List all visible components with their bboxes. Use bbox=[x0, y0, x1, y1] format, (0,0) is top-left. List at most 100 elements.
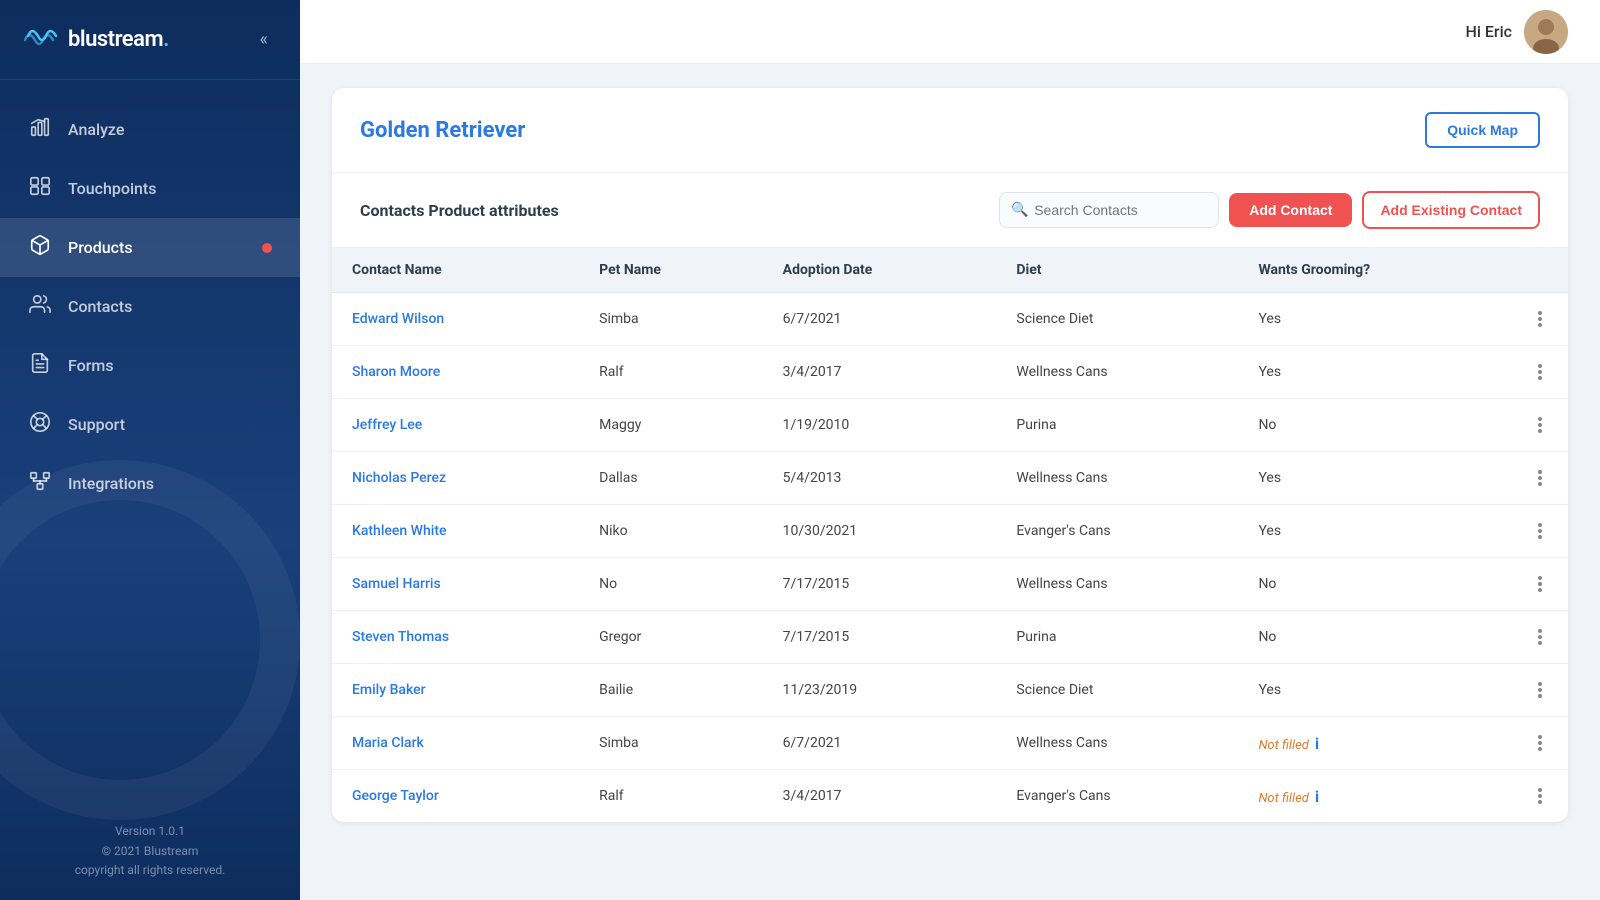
grooming-cell: Yes bbox=[1238, 505, 1512, 558]
toolbar: Contacts Product attributes 🔍 Add Contac… bbox=[332, 173, 1568, 248]
pet-name-cell: Maggy bbox=[579, 399, 763, 452]
logo: blustream. bbox=[24, 22, 169, 57]
actions-cell bbox=[1512, 664, 1568, 717]
contact-name-link[interactable]: Edward Wilson bbox=[352, 311, 444, 327]
contact-name-link[interactable]: Nicholas Perez bbox=[352, 470, 446, 486]
sidebar-item-forms[interactable]: Forms bbox=[0, 336, 300, 395]
add-contact-button[interactable]: Add Contact bbox=[1229, 193, 1352, 227]
table-header-row: Contact Name Pet Name Adoption Date Diet… bbox=[332, 248, 1568, 293]
contact-name-link[interactable]: Samuel Harris bbox=[352, 576, 441, 592]
more-menu-button[interactable] bbox=[1532, 309, 1548, 329]
grooming-cell: Yes bbox=[1238, 452, 1512, 505]
sidebar-item-label-touchpoints: Touchpoints bbox=[68, 179, 157, 198]
actions-cell bbox=[1512, 611, 1568, 664]
adoption-date-cell: 6/7/2021 bbox=[763, 717, 997, 770]
card-header: Golden Retriever Quick Map bbox=[332, 88, 1568, 173]
user-info: Hi Eric bbox=[1465, 10, 1568, 54]
contact-name-link[interactable]: Emily Baker bbox=[352, 682, 426, 698]
contact-name-link[interactable]: Steven Thomas bbox=[352, 629, 449, 645]
actions-cell bbox=[1512, 452, 1568, 505]
diet-cell: Evanger's Cans bbox=[996, 770, 1238, 823]
actions-cell bbox=[1512, 558, 1568, 611]
pet-name-cell: Simba bbox=[579, 293, 763, 346]
diet-cell: Science Diet bbox=[996, 664, 1238, 717]
sidebar-item-integrations[interactable]: Integrations bbox=[0, 454, 300, 513]
sidebar: blustream. « Analyze Touchpoints Product… bbox=[0, 0, 300, 900]
pet-name-cell: Ralf bbox=[579, 346, 763, 399]
sidebar-item-label-integrations: Integrations bbox=[68, 474, 154, 493]
sidebar-item-products[interactable]: Products bbox=[0, 218, 300, 277]
info-icon[interactable]: i bbox=[1315, 787, 1319, 806]
sidebar-item-analyze[interactable]: Analyze bbox=[0, 100, 300, 159]
diet-cell: Wellness Cans bbox=[996, 717, 1238, 770]
sidebar-footer: Version 1.0.1 © 2021 Blustream copyright… bbox=[0, 802, 300, 900]
table-head: Contact Name Pet Name Adoption Date Diet… bbox=[332, 248, 1568, 293]
sidebar-item-support[interactable]: Support bbox=[0, 395, 300, 454]
sidebar-item-contacts[interactable]: Contacts bbox=[0, 277, 300, 336]
more-menu-button[interactable] bbox=[1532, 468, 1548, 488]
grooming-cell: Yes bbox=[1238, 293, 1512, 346]
adoption-date-cell: 7/17/2015 bbox=[763, 558, 997, 611]
more-menu-button[interactable] bbox=[1532, 521, 1548, 541]
actions-cell bbox=[1512, 293, 1568, 346]
sidebar-item-label-contacts: Contacts bbox=[68, 297, 132, 316]
contacts-table: Contact Name Pet Name Adoption Date Diet… bbox=[332, 248, 1568, 822]
nav-items: Analyze Touchpoints Products Contacts bbox=[0, 80, 300, 802]
main-content: Hi Eric Golden Retriever Quick Map Conta… bbox=[300, 0, 1600, 900]
adoption-date-cell: 11/23/2019 bbox=[763, 664, 997, 717]
col-grooming: Wants Grooming? bbox=[1238, 248, 1512, 293]
sidebar-item-label-products: Products bbox=[68, 238, 133, 257]
search-input[interactable] bbox=[999, 192, 1219, 228]
logo-name: blustream. bbox=[68, 27, 169, 52]
more-menu-button[interactable] bbox=[1532, 733, 1548, 753]
contacts-table-wrap: Contact Name Pet Name Adoption Date Diet… bbox=[332, 248, 1568, 822]
pet-name-cell: Gregor bbox=[579, 611, 763, 664]
adoption-date-cell: 3/4/2017 bbox=[763, 770, 997, 823]
adoption-date-cell: 6/7/2021 bbox=[763, 293, 997, 346]
sidebar-item-label-forms: Forms bbox=[68, 356, 114, 375]
table-row: Emily BakerBailie11/23/2019Science DietY… bbox=[332, 664, 1568, 717]
quick-map-button[interactable]: Quick Map bbox=[1425, 112, 1540, 148]
adoption-date-cell: 7/17/2015 bbox=[763, 611, 997, 664]
more-menu-button[interactable] bbox=[1532, 627, 1548, 647]
sidebar-item-touchpoints[interactable]: Touchpoints bbox=[0, 159, 300, 218]
contact-name-link[interactable]: Kathleen White bbox=[352, 523, 447, 539]
products-icon bbox=[28, 234, 52, 261]
sidebar-logo: blustream. « bbox=[0, 0, 300, 80]
contact-name-link[interactable]: George Taylor bbox=[352, 788, 439, 804]
diet-cell: Wellness Cans bbox=[996, 346, 1238, 399]
analyze-icon bbox=[28, 116, 52, 143]
diet-cell: Wellness Cans bbox=[996, 558, 1238, 611]
adoption-date-cell: 10/30/2021 bbox=[763, 505, 997, 558]
actions-cell bbox=[1512, 346, 1568, 399]
avatar bbox=[1524, 10, 1568, 54]
grooming-cell: No bbox=[1238, 558, 1512, 611]
table-row: Maria ClarkSimba6/7/2021Wellness CansNot… bbox=[332, 717, 1568, 770]
grooming-cell: Yes bbox=[1238, 346, 1512, 399]
col-adoption-date: Adoption Date bbox=[763, 248, 997, 293]
diet-cell: Science Diet bbox=[996, 293, 1238, 346]
add-existing-contact-button[interactable]: Add Existing Contact bbox=[1362, 191, 1540, 229]
page-title: Golden Retriever bbox=[360, 118, 525, 143]
grooming-cell: No bbox=[1238, 399, 1512, 452]
contact-name-link[interactable]: Jeffrey Lee bbox=[352, 417, 422, 433]
more-menu-button[interactable] bbox=[1532, 786, 1548, 806]
info-icon[interactable]: i bbox=[1315, 734, 1319, 753]
actions-cell bbox=[1512, 770, 1568, 823]
support-icon bbox=[28, 411, 52, 438]
col-actions bbox=[1512, 248, 1568, 293]
actions-cell bbox=[1512, 505, 1568, 558]
more-menu-button[interactable] bbox=[1532, 415, 1548, 435]
more-menu-button[interactable] bbox=[1532, 680, 1548, 700]
more-menu-button[interactable] bbox=[1532, 362, 1548, 382]
adoption-date-cell: 3/4/2017 bbox=[763, 346, 997, 399]
table-row: George TaylorRalf3/4/2017Evanger's CansN… bbox=[332, 770, 1568, 823]
not-filled-label: Not filled bbox=[1258, 791, 1308, 806]
contact-name-link[interactable]: Maria Clark bbox=[352, 735, 424, 751]
touchpoints-icon bbox=[28, 175, 52, 202]
sidebar-collapse-button[interactable]: « bbox=[252, 25, 276, 54]
diet-cell: Purina bbox=[996, 611, 1238, 664]
more-menu-button[interactable] bbox=[1532, 574, 1548, 594]
contact-name-link[interactable]: Sharon Moore bbox=[352, 364, 440, 380]
sidebar-item-label-support: Support bbox=[68, 415, 125, 434]
